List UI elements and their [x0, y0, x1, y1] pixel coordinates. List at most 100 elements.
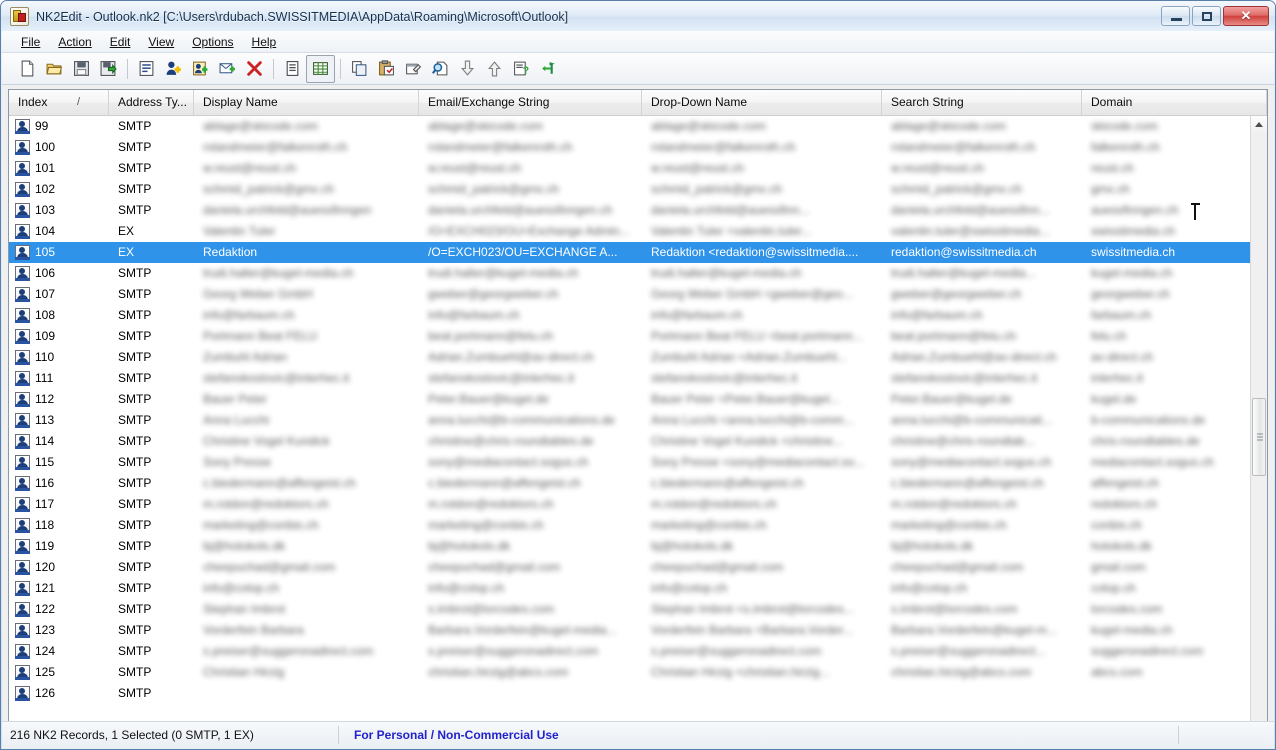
table-row[interactable]: 99 SMTP ablage@skicode.com ablage@skicode.c…: [9, 116, 1252, 137]
column-header-domain[interactable]: Domain: [1082, 90, 1267, 115]
table-row[interactable]: 103 SMTP daniela.urchfeld@auessfinngen dani…: [9, 200, 1252, 221]
table-row[interactable]: 106 SMTP trudi.halter@kugel-media.ch trudi.…: [9, 263, 1252, 284]
table-row[interactable]: 101 SMTP w.reust@reust.ch w.reust@reust.ch w…: [9, 158, 1252, 179]
cell-domain: suggeronadirect.com: [1091, 644, 1204, 658]
move-up-button[interactable]: [481, 56, 508, 82]
scroll-up-button[interactable]: [1251, 116, 1267, 133]
cell-domain: auessfinngen.ch: [1091, 203, 1179, 217]
open-file-button[interactable]: [41, 56, 68, 82]
cell-display_name: Bauer Peter: [203, 392, 268, 406]
toolbar-separator-1: [127, 58, 128, 79]
menu-item-options[interactable]: Options: [183, 32, 242, 52]
menu-edit-label: Edit: [109, 34, 131, 49]
table-row[interactable]: 102 SMTP schmid_patrick@gmx.ch schmid_patri…: [9, 179, 1252, 200]
cell-display_name: Portmann Beat FELU: [203, 329, 318, 343]
vertical-scrollbar-thumb[interactable]: [1252, 398, 1266, 476]
records-list-view[interactable]: Index / Address Ty... Display Name Email…: [8, 89, 1268, 742]
table-row[interactable]: 122 SMTP Stephan Imbrot s.imbrot@lorcodes.c…: [9, 599, 1252, 620]
table-row[interactable]: 111 SMTP stefanokoslovic@interhec.it stefan…: [9, 368, 1252, 389]
cell-search_string: christian.hirzig@abcs.com: [891, 665, 1032, 679]
find-button[interactable]: [427, 56, 454, 82]
table-row[interactable]: 121 SMTP info@colop.ch info@colop.ch info@co…: [9, 578, 1252, 599]
cell-index: 126: [35, 686, 56, 700]
contact-record-icon: [15, 371, 30, 386]
cell-index: 114: [35, 434, 55, 448]
delete-button[interactable]: [241, 56, 268, 82]
table-body[interactable]: 99 SMTP ablage@skicode.com ablage@skicode.c…: [9, 116, 1252, 716]
table-row[interactable]: 107 SMTP Georg Weber GmbH gweber@georgweber…: [9, 284, 1252, 305]
table-row[interactable]: 108 SMTP info@farbaum.ch info@farbaum.ch inf…: [9, 305, 1252, 326]
menu-item-help[interactable]: Help: [243, 32, 286, 52]
table-row[interactable]: 116 SMTP c.biedermann@affengeist.ch c.biede…: [9, 473, 1252, 494]
exit-icon: [542, 62, 555, 74]
table-row[interactable]: 126 SMTP: [9, 683, 1252, 704]
cell-search_string: sony@mediacontact.sogus.ch: [891, 455, 1052, 469]
help-button[interactable]: ?: [508, 56, 535, 82]
maximize-button[interactable]: [1192, 6, 1221, 26]
exit-button[interactable]: [535, 56, 562, 82]
table-row[interactable]: 114 SMTP Christine Vogel Kundick christine@…: [9, 431, 1252, 452]
cell-display_name: m.rotdon@redoktors.ch: [203, 497, 329, 511]
table-row[interactable]: 110 SMTP Zumbuhl Adrian Adrian.Zumbuehl@av-…: [9, 347, 1252, 368]
table-row[interactable]: 104 EX Valentin Tuler/O=EXCH023/OU=Exchang…: [9, 221, 1252, 242]
cell-domain: kugel-media.ch: [1091, 623, 1173, 637]
column-header-display-name[interactable]: Display Name: [194, 90, 419, 115]
save-button[interactable]: [68, 56, 95, 82]
table-row[interactable]: 112 SMTP Bauer Peter Peter.Bauer@kugel.de Ba…: [9, 389, 1252, 410]
column-header-dropdown-name[interactable]: Drop-Down Name: [642, 90, 882, 115]
cell-dropdown_name: bj@hotokols.dk: [651, 539, 734, 553]
table-row-selected[interactable]: 105 EX Redaktion/O=EXCH023/OU=EXCHANGE A..…: [9, 242, 1252, 263]
import-contacts-button[interactable]: [187, 56, 214, 82]
save-as-button[interactable]: [95, 56, 122, 82]
record-view-button[interactable]: [279, 56, 306, 82]
cell-dropdown_name: rolandmeier@falkenroth.ch: [651, 140, 796, 154]
table-row[interactable]: 113 SMTP Anna Lucchi anna.lucchi@b-communic…: [9, 410, 1252, 431]
column-header-address-type[interactable]: Address Ty...: [109, 90, 194, 115]
table-row[interactable]: 118 SMTP marketing@conbis.ch marketing@conb…: [9, 515, 1252, 536]
copy-button[interactable]: [346, 56, 373, 82]
table-row[interactable]: 125 SMTP Christian Hirzig christian.hirzig@…: [9, 662, 1252, 683]
cell-domain: hotokols.dk: [1091, 539, 1152, 553]
column-header-email-exchange[interactable]: Email/Exchange String: [419, 90, 642, 115]
paste-button[interactable]: [373, 56, 400, 82]
new-file-button[interactable]: [14, 56, 41, 82]
table-view-button[interactable]: [306, 54, 335, 83]
add-from-message-button[interactable]: [214, 56, 241, 82]
cell-search_string: bj@hotokols.dk: [891, 539, 974, 553]
title-bar: NK2Edit - Outlook.nk2 [C:\Users\rdubach.…: [1, 1, 1275, 31]
cell-dropdown_name: marketing@conbis.ch: [651, 518, 767, 532]
menu-item-action[interactable]: Action: [49, 32, 100, 52]
properties-button[interactable]: [133, 56, 160, 82]
contact-record-icon: [15, 602, 30, 617]
cell-email_exchange: Adrian.Zumbuehl@av-direct.ch: [428, 350, 594, 364]
contact-record-icon: [15, 581, 30, 596]
table-row[interactable]: 120 SMTP cheepuchad@gmail.com cheepuchad@gm…: [9, 557, 1252, 578]
table-header-row: Index / Address Ty... Display Name Email…: [9, 90, 1267, 116]
cell-email_exchange: gweber@georgweber.ch: [428, 287, 559, 301]
cell-address_type: SMTP: [118, 119, 152, 133]
window-controls: ✕: [1161, 6, 1269, 26]
column-header-index[interactable]: Index /: [9, 90, 109, 115]
table-row[interactable]: 117 SMTP m.rotdon@redoktors.ch m.rotdon@red…: [9, 494, 1252, 515]
vertical-scrollbar[interactable]: [1250, 116, 1267, 742]
table-row[interactable]: 123 SMTP Vorderfein Barbara Barbara.Vorderf…: [9, 620, 1252, 641]
column-header-search-string[interactable]: Search String: [882, 90, 1082, 115]
cell-search_string: rolandmeier@falkenroth.ch: [891, 140, 1036, 154]
table-row[interactable]: 124 SMTP s.preiser@suggeronadirect.com s.pr…: [9, 641, 1252, 662]
table-row[interactable]: 115 SMTP Sony Presse sony@mediacontact.sogu…: [9, 452, 1252, 473]
table-row[interactable]: 109 SMTP Portmann Beat FELU beat.portmann@f…: [9, 326, 1252, 347]
add-record-button[interactable]: [160, 56, 187, 82]
table-row[interactable]: 119 SMTP bj@hotokols.dk bj@hotokols.dk bj@ho…: [9, 536, 1252, 557]
close-button[interactable]: ✕: [1223, 6, 1269, 26]
cell-search_string: Barbara.Vorderfein@kugel-m...: [891, 623, 1057, 637]
minimize-button[interactable]: [1161, 6, 1190, 26]
contact-record-icon: [15, 329, 30, 344]
edit-record-button[interactable]: [400, 56, 427, 82]
menu-item-file[interactable]: File: [12, 32, 49, 52]
menu-item-edit[interactable]: Edit: [101, 32, 140, 52]
cell-display_name: Georg Weber GmbH: [203, 287, 313, 301]
maximize-icon: [1202, 12, 1212, 21]
menu-item-view[interactable]: View: [139, 32, 183, 52]
table-row[interactable]: 100 SMTP rolandmeier@falkenroth.ch rolandme…: [9, 137, 1252, 158]
move-down-button[interactable]: [454, 56, 481, 82]
